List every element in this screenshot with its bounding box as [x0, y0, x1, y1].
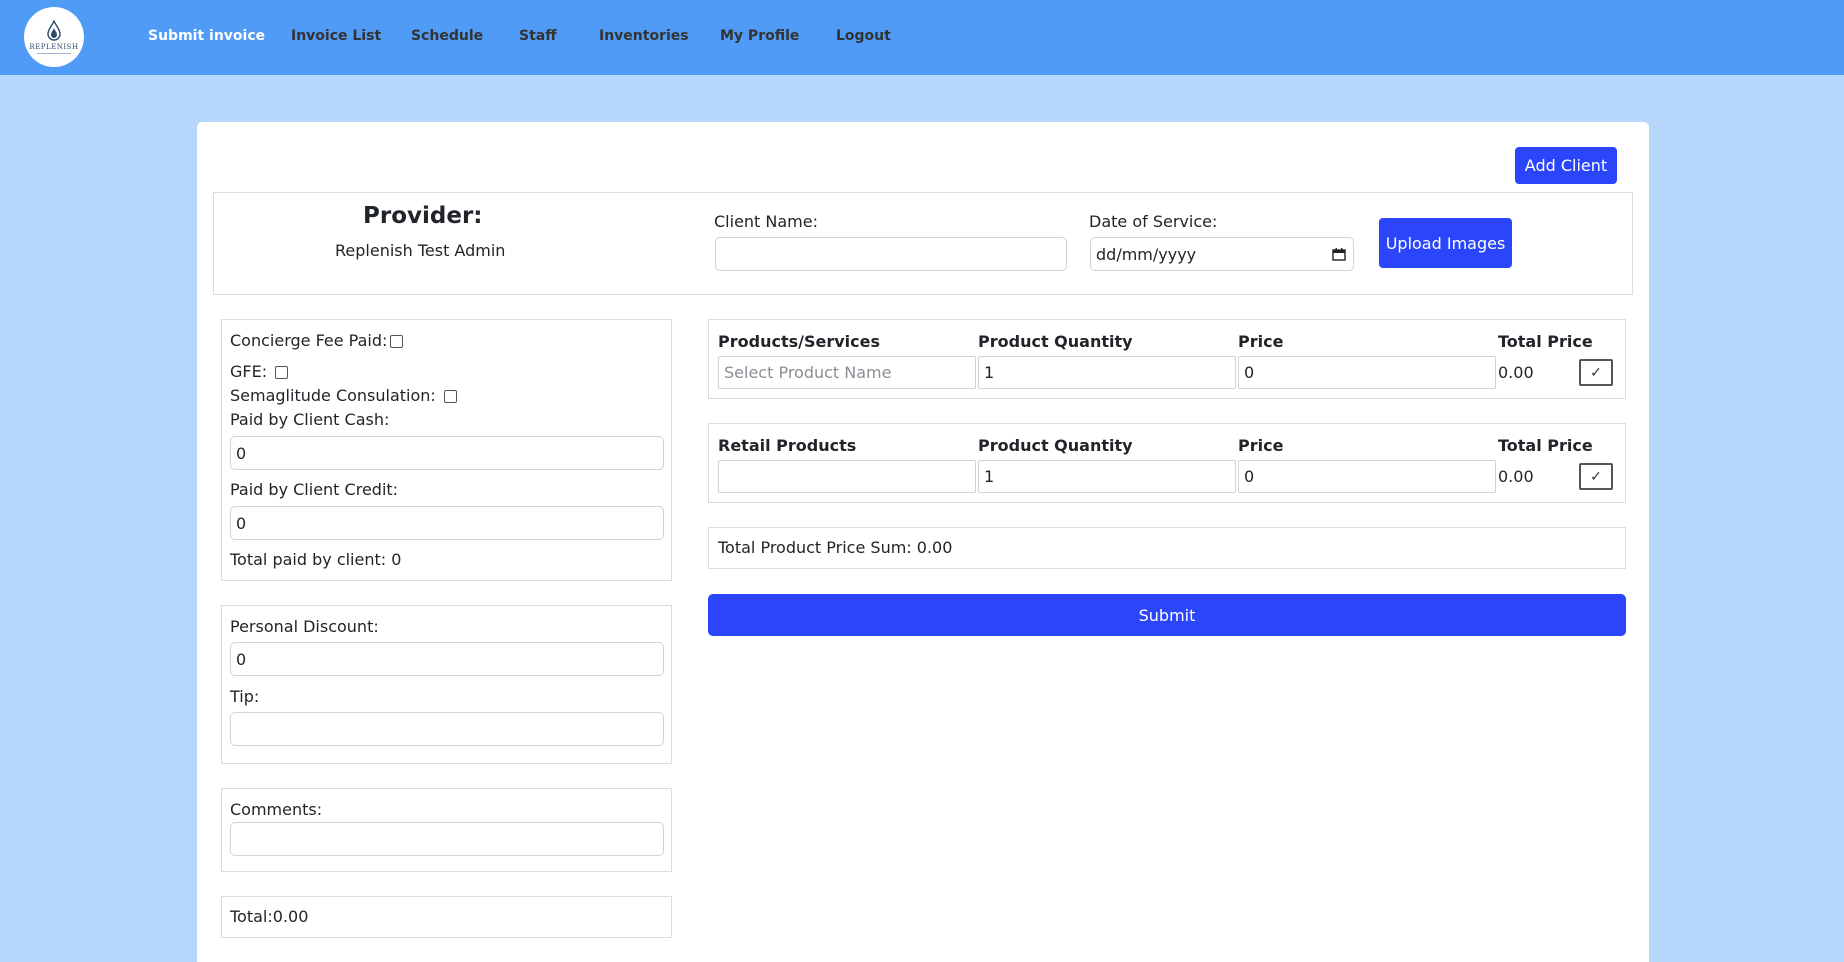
- products-header-quantity: Product Quantity: [978, 332, 1133, 351]
- retail-header-price: Price: [1238, 436, 1284, 455]
- logo-wordmark: REPLENISH: [29, 43, 79, 51]
- discounts-section: Personal Discount: 0 Tip:: [221, 605, 672, 764]
- client-name-label: Client Name:: [714, 212, 818, 231]
- products-header-total: Total Price: [1498, 332, 1593, 351]
- credit-input[interactable]: 0: [230, 506, 664, 540]
- cash-input[interactable]: 0: [230, 436, 664, 470]
- provider-name: Replenish Test Admin: [335, 241, 506, 260]
- total-section: Total:0.00: [221, 896, 672, 938]
- logo-divider: [37, 53, 71, 54]
- nav-schedule[interactable]: Schedule: [411, 28, 483, 44]
- retail-products-section: Retail Products Product Quantity Price T…: [708, 423, 1626, 503]
- add-client-button[interactable]: Add Client: [1515, 147, 1617, 184]
- product-total-price: 0.00: [1498, 363, 1534, 382]
- concierge-fee-checkbox[interactable]: [390, 335, 404, 348]
- retail-header-name: Retail Products: [718, 436, 857, 455]
- nav-logout[interactable]: Logout: [836, 28, 891, 44]
- product-price-input[interactable]: 0: [1238, 356, 1496, 389]
- retail-product-input[interactable]: [718, 460, 976, 493]
- products-header-name: Products/Services: [718, 332, 880, 351]
- check-icon: ✓: [1590, 468, 1602, 485]
- comments-label: Comments:: [230, 800, 323, 819]
- cash-label: Paid by Client Cash:: [230, 410, 390, 429]
- semaglutide-checkbox[interactable]: [443, 390, 457, 403]
- date-of-service-label: Date of Service:: [1089, 212, 1218, 231]
- retail-header-total: Total Price: [1498, 436, 1593, 455]
- invoice-header-section: Provider: Replenish Test Admin Client Na…: [213, 192, 1633, 295]
- gfe-label: GFE:: [230, 362, 268, 381]
- calendar-icon[interactable]: [1332, 248, 1346, 261]
- product-name-select[interactable]: Select Product Name: [718, 356, 976, 389]
- total-paid-by-client: Total paid by client: 0: [230, 550, 402, 569]
- semaglutide-label: Semaglitude Consulation:: [230, 386, 436, 405]
- upload-images-button[interactable]: Upload Images: [1379, 218, 1512, 268]
- nav-submit-invoice[interactable]: Submit invoice: [148, 28, 265, 44]
- retail-header-quantity: Product Quantity: [978, 436, 1133, 455]
- retail-confirm-button[interactable]: ✓: [1579, 463, 1613, 490]
- replenish-logo[interactable]: REPLENISH: [24, 7, 84, 67]
- retail-price-input[interactable]: 0: [1238, 460, 1496, 493]
- client-name-input[interactable]: [715, 237, 1067, 271]
- provider-title: Provider:: [363, 203, 483, 229]
- drop-icon: [47, 20, 61, 41]
- product-quantity-input[interactable]: 1: [978, 356, 1236, 389]
- product-confirm-button[interactable]: ✓: [1579, 359, 1613, 386]
- invoice-form-card: Add Client Provider: Replenish Test Admi…: [197, 122, 1649, 962]
- concierge-fee-label: Concierge Fee Paid:: [230, 331, 388, 350]
- gfe-row: GFE:: [230, 362, 289, 381]
- comments-input[interactable]: [230, 822, 664, 856]
- date-of-service-input[interactable]: dd/mm/yyyy: [1090, 237, 1354, 271]
- top-navbar: REPLENISH Submit invoice Invoice List Sc…: [0, 0, 1844, 75]
- personal-discount-label: Personal Discount:: [230, 617, 379, 636]
- concierge-fee-row: Concierge Fee Paid:: [230, 331, 404, 350]
- retail-total-price: 0.00: [1498, 467, 1534, 486]
- comments-section: Comments:: [221, 788, 672, 872]
- tip-input[interactable]: [230, 712, 664, 746]
- date-placeholder: dd/mm/yyyy: [1096, 244, 1197, 264]
- payments-section: Concierge Fee Paid: GFE: Semaglitude Con…: [221, 319, 672, 581]
- gfe-checkbox[interactable]: [275, 366, 289, 379]
- personal-discount-input[interactable]: 0: [230, 642, 664, 676]
- retail-quantity-input[interactable]: 1: [978, 460, 1236, 493]
- products-header-price: Price: [1238, 332, 1284, 351]
- product-sum-section: Total Product Price Sum: 0.00: [708, 527, 1626, 569]
- check-icon: ✓: [1590, 364, 1602, 381]
- nav-my-profile[interactable]: My Profile: [720, 28, 799, 44]
- nav-staff[interactable]: Staff: [519, 28, 557, 44]
- submit-button[interactable]: Submit: [708, 594, 1626, 636]
- total-product-price-sum: Total Product Price Sum: 0.00: [718, 538, 953, 557]
- grand-total: Total:0.00: [230, 907, 309, 926]
- nav-inventories[interactable]: Inventories: [599, 28, 689, 44]
- semaglutide-row: Semaglitude Consulation:: [230, 386, 457, 405]
- credit-label: Paid by Client Credit:: [230, 480, 399, 499]
- nav-invoice-list[interactable]: Invoice List: [291, 28, 381, 44]
- products-services-section: Products/Services Product Quantity Price…: [708, 319, 1626, 399]
- tip-label: Tip:: [230, 687, 260, 706]
